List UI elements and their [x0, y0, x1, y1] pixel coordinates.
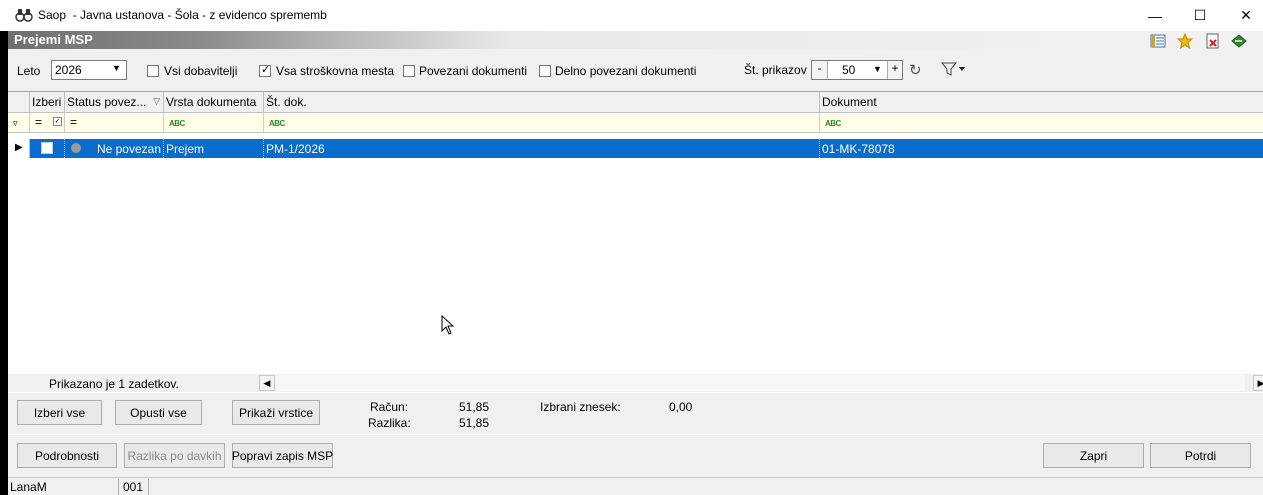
row-select-checkbox[interactable]	[41, 142, 53, 154]
form-header: Prejemi MSP	[8, 31, 1263, 49]
fix-msp-button[interactable]: Popravi zapis MSP	[232, 443, 333, 468]
settings-list-icon[interactable]	[1149, 33, 1167, 49]
year-label: Leto	[17, 64, 41, 78]
refresh-icon[interactable]: ↻	[909, 61, 922, 79]
status-code: 001	[121, 479, 149, 495]
deselect-all-button[interactable]: Opusti vse	[115, 400, 202, 425]
grid-footer: Prikazano je 1 zadetkov. ◀ ▶	[8, 374, 1263, 392]
app-binoculars-icon	[15, 7, 33, 23]
confirm-button[interactable]: Potrdi	[1150, 443, 1251, 468]
document-cell: 01-MK-78078	[822, 142, 895, 156]
documents-grid[interactable]: Izberi Status povez... ▽ Vrsta dokumenta…	[8, 91, 1263, 374]
selection-panel: Izberi vse Opusti vse Prikaži vrstice Ra…	[8, 393, 1263, 434]
difference-value: 51,85	[459, 416, 490, 430]
select-all-button[interactable]: Izberi vse	[17, 400, 102, 425]
column-header-doc-type[interactable]: Vrsta dokumenta	[164, 92, 264, 113]
select-cell[interactable]	[30, 139, 65, 158]
filter-cell-doc-number[interactable]: ABC	[264, 113, 820, 133]
year-value: 2026	[55, 63, 82, 77]
form-title: Prejemi MSP	[14, 32, 93, 47]
exit-icon[interactable]	[1230, 33, 1248, 49]
tax-difference-button[interactable]: Razlika po davkih	[124, 443, 225, 468]
filter-toolbar: Leto 2026 ▼ Vsi dobavitelji Vsa stroškov…	[8, 49, 1263, 91]
all-cost-centers-label: Vsa stroškovna mesta	[276, 64, 395, 78]
text-filter-abc-icon: ABC	[169, 119, 185, 128]
details-button[interactable]: Podrobnosti	[17, 443, 117, 468]
show-rows-button[interactable]: Prikaži vrstice	[232, 400, 320, 425]
maximize-button[interactable]: ☐	[1177, 0, 1223, 31]
status-message	[151, 479, 1261, 495]
selected-amount-label: Izbrani znesek:	[540, 400, 621, 414]
text-filter-abc-icon: ABC	[269, 119, 285, 128]
doc-number-cell: PM-1/2026	[264, 139, 820, 158]
column-header-document[interactable]: Dokument	[820, 92, 1263, 113]
status-cell: Ne povezan	[65, 139, 164, 158]
count-increment-button[interactable]: +	[887, 61, 902, 79]
action-panel: Podrobnosti Razlika po davkih Popravi za…	[8, 435, 1263, 477]
count-decrement-button[interactable]: -	[812, 61, 828, 79]
column-header-doc-number[interactable]: Št. dok.	[264, 92, 820, 113]
scroll-left-button[interactable]: ◀	[259, 375, 275, 391]
linked-docs-label: Povezani dokumenti	[419, 64, 528, 78]
column-header-status-label: Status povez...	[67, 95, 147, 109]
all-suppliers-checkbox[interactable]	[147, 65, 159, 77]
filter-icon[interactable]	[940, 61, 967, 80]
status-text: Ne povezan	[96, 142, 161, 156]
horizontal-scrollbar[interactable]	[275, 375, 1245, 391]
count-value[interactable]: 50	[842, 63, 855, 77]
minimize-button[interactable]: —	[1132, 0, 1178, 31]
delete-document-icon[interactable]	[1204, 33, 1222, 49]
funnel-icon: ▿	[13, 118, 18, 128]
partially-linked-label: Delno povezani dokumenti	[555, 64, 697, 78]
status-bar: LanaM 001	[8, 477, 1263, 495]
all-suppliers-label: Vsi dobavitelji	[164, 64, 238, 78]
row-indicator: ▶	[8, 139, 30, 158]
difference-label: Razlika:	[368, 416, 411, 430]
filter-cell-document[interactable]: ABC	[820, 113, 1263, 133]
column-header-select[interactable]: Izberi	[30, 92, 65, 113]
invoice-value: 51,85	[459, 400, 490, 414]
record-count-text: Prikazano je 1 zadetkov.	[49, 377, 179, 391]
window-title: Saop - Javna ustanova - Šola - z evidenc…	[38, 8, 327, 22]
count-stepper[interactable]: - 50 ▼ +	[811, 60, 903, 80]
title-bar: Saop - Javna ustanova - Šola - z evidenc…	[0, 0, 1263, 31]
invoice-label: Račun:	[370, 400, 409, 414]
text-filter-abc-icon: ABC	[825, 119, 841, 128]
all-cost-centers-checkbox[interactable]	[259, 63, 271, 77]
column-header-status[interactable]: Status povez... ▽	[65, 92, 164, 113]
equals-operator[interactable]: =	[70, 115, 77, 129]
partially-linked-checkbox[interactable]	[539, 65, 551, 77]
doc-type-cell: Prejem	[164, 139, 264, 158]
filter-checkbox-icon[interactable]: ✓	[53, 117, 62, 126]
chevron-down-icon[interactable]: ▼	[112, 63, 121, 73]
chevron-down-icon[interactable]: ▼	[873, 64, 882, 74]
filter-cell-doc-type[interactable]: ABC	[164, 113, 264, 133]
status-dot-icon	[71, 143, 81, 153]
filter-row-indicator: ▿	[8, 113, 30, 133]
favorite-star-icon[interactable]	[1176, 33, 1194, 49]
row-indicator-header	[8, 92, 30, 113]
close-window-button[interactable]: ✕	[1223, 0, 1263, 31]
close-button[interactable]: Zapri	[1043, 443, 1144, 468]
mouse-cursor-icon	[441, 314, 455, 338]
window-left-edge	[0, 31, 8, 495]
selected-amount-value: 0,00	[669, 400, 693, 414]
table-row[interactable]: ▶ Ne povezan Prejem PM-1/2026 01-MK-7807…	[8, 139, 1263, 158]
equals-operator[interactable]: =	[35, 115, 42, 129]
year-combobox[interactable]: 2026 ▼	[51, 60, 127, 80]
column-filter-icon[interactable]: ▽	[153, 96, 160, 107]
filter-cell-select[interactable]: = ✓	[30, 113, 65, 133]
linked-docs-checkbox[interactable]	[403, 65, 415, 77]
filter-cell-status[interactable]: =	[65, 113, 164, 133]
scroll-right-button[interactable]: ▶	[1253, 375, 1263, 391]
current-row-arrow-icon: ▶	[15, 142, 23, 153]
status-user: LanaM	[8, 479, 119, 495]
count-label: Št. prikazov	[744, 63, 807, 77]
